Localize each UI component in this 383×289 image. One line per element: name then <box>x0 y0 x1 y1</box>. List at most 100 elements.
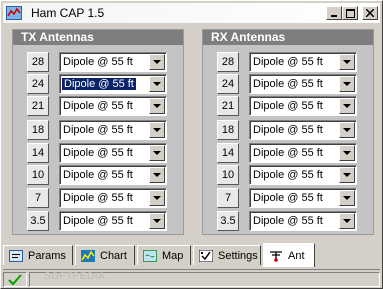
dropdown-arrow-button[interactable] <box>339 122 355 138</box>
dropdown-arrow-button[interactable] <box>149 98 165 114</box>
close-icon <box>366 9 374 17</box>
rx-band-button[interactable]: 10 <box>217 165 239 185</box>
tx-row: 14 Dipole @ 55 ft <box>13 143 183 165</box>
tx-antenna-value: Dipole @ 55 ft <box>63 215 133 227</box>
tx-band-button[interactable]: 10 <box>27 165 49 185</box>
tab-chart[interactable]: Chart <box>75 245 135 265</box>
tx-antenna-select[interactable]: Dipole @ 55 ft <box>59 52 167 72</box>
rx-antenna-select[interactable]: Dipole @ 55 ft <box>249 211 357 231</box>
tab-chart-label: Chart <box>100 249 127 262</box>
rx-antenna-value: Dipole @ 55 ft <box>253 192 323 204</box>
dropdown-arrow-button[interactable] <box>149 190 165 206</box>
rx-band-button[interactable]: 14 <box>217 143 239 163</box>
rx-row: 3.5 Dipole @ 55 ft <box>203 211 373 233</box>
tx-row: 28 Dipole @ 55 ft <box>13 52 183 74</box>
chevron-down-icon <box>153 173 161 177</box>
dropdown-arrow-button[interactable] <box>339 54 355 70</box>
tx-antenna-select[interactable]: Dipole @ 55 ft <box>59 165 167 185</box>
tab-params[interactable]: Params <box>3 245 73 265</box>
chevron-down-icon <box>153 196 161 200</box>
rx-band-button[interactable]: 21 <box>217 96 239 116</box>
rx-band-button[interactable]: 28 <box>217 52 239 72</box>
chevron-down-icon <box>153 82 161 86</box>
chevron-down-icon <box>153 104 161 108</box>
dropdown-arrow-button[interactable] <box>149 54 165 70</box>
tx-antenna-value: Dipole @ 55 ft <box>63 192 133 204</box>
rx-antenna-select[interactable]: Dipole @ 55 ft <box>249 143 357 163</box>
tx-antenna-value: Dipole @ 55 ft <box>63 169 133 181</box>
chevron-down-icon <box>343 173 351 177</box>
dropdown-arrow-button[interactable] <box>149 213 165 229</box>
dropdown-arrow-button[interactable] <box>149 122 165 138</box>
chevron-down-icon <box>343 151 351 155</box>
tx-panel-title: TX Antennas <box>13 30 183 45</box>
tx-antenna-value: Dipole @ 55 ft <box>63 56 133 68</box>
maximize-button[interactable] <box>342 6 358 20</box>
dropdown-arrow-button[interactable] <box>339 98 355 114</box>
dropdown-arrow-button[interactable] <box>149 167 165 183</box>
rx-antenna-select[interactable]: Dipole @ 55 ft <box>249 188 357 208</box>
rx-antenna-select[interactable]: Dipole @ 55 ft <box>249 96 357 116</box>
tx-band-button[interactable]: 28 <box>27 52 49 72</box>
tx-antenna-select[interactable]: Dipole @ 55 ft <box>59 188 167 208</box>
tab-map-label: Map <box>162 249 184 262</box>
tab-ant[interactable]: Ant <box>263 243 315 267</box>
tx-row: 24 Dipole @ 55 ft <box>13 74 183 96</box>
dropdown-arrow-button[interactable] <box>339 76 355 92</box>
chevron-down-icon <box>153 151 161 155</box>
rx-band-button[interactable]: 24 <box>217 74 239 94</box>
dropdown-arrow-button[interactable] <box>339 145 355 161</box>
tx-band-button[interactable]: 24 <box>27 74 49 94</box>
rx-antenna-value: Dipole @ 55 ft <box>253 215 323 227</box>
rx-row: 18 Dipole @ 55 ft <box>203 120 373 142</box>
rx-band-button[interactable]: 3.5 <box>217 211 239 231</box>
minimize-icon <box>331 15 337 17</box>
status-icon-cell <box>3 272 27 287</box>
rx-antenna-value: Dipole @ 55 ft <box>253 78 323 90</box>
tx-antenna-value: Dipole @ 55 ft <box>63 100 133 112</box>
rx-row: 10 Dipole @ 55 ft <box>203 165 373 187</box>
tx-antenna-select[interactable]: Dipole @ 55 ft <box>59 96 167 116</box>
tx-row: 7 Dipole @ 55 ft <box>13 188 183 210</box>
chevron-down-icon <box>343 219 351 223</box>
minimize-button[interactable] <box>326 6 342 20</box>
rx-antenna-value: Dipole @ 55 ft <box>253 169 323 181</box>
tx-band-button[interactable]: 18 <box>27 120 49 140</box>
tx-row: 18 Dipole @ 55 ft <box>13 120 183 142</box>
rx-band-button[interactable]: 18 <box>217 120 239 140</box>
app-icon <box>6 6 22 20</box>
title-bar[interactable]: Ham CAP 1.5 <box>3 3 380 23</box>
tx-band-button[interactable]: 14 <box>27 143 49 163</box>
tx-antenna-value: Dipole @ 55 ft <box>62 78 136 90</box>
close-button[interactable] <box>362 6 378 20</box>
rx-antenna-select[interactable]: Dipole @ 55 ft <box>249 165 357 185</box>
dropdown-arrow-button[interactable] <box>339 213 355 229</box>
tab-params-label: Params <box>28 249 66 262</box>
map-icon <box>143 249 157 262</box>
dropdown-arrow-button[interactable] <box>149 145 165 161</box>
rx-antenna-select[interactable]: Dipole @ 55 ft <box>249 120 357 140</box>
tab-bar: Params Chart Map Settings Ant <box>3 243 380 267</box>
dropdown-arrow-button[interactable] <box>339 167 355 183</box>
tx-band-button[interactable]: 7 <box>27 188 49 208</box>
rx-antenna-value: Dipole @ 55 ft <box>253 100 323 112</box>
tx-antenna-select[interactable]: Dipole @ 55 ft <box>59 74 167 94</box>
rx-band-button[interactable]: 7 <box>217 188 239 208</box>
chevron-down-icon <box>153 128 161 132</box>
rx-row: 7 Dipole @ 55 ft <box>203 188 373 210</box>
tab-settings-label: Settings <box>218 249 258 262</box>
tx-band-button[interactable]: 3.5 <box>27 211 49 231</box>
dropdown-arrow-button[interactable] <box>339 190 355 206</box>
tab-map[interactable]: Map <box>137 245 191 265</box>
tx-band-button[interactable]: 21 <box>27 96 49 116</box>
rx-antenna-select[interactable]: Dipole @ 55 ft <box>249 74 357 94</box>
tab-settings[interactable]: Settings <box>193 245 261 265</box>
chart-icon <box>81 249 95 262</box>
tx-antenna-select[interactable]: Dipole @ 55 ft <box>59 143 167 163</box>
tx-antenna-select[interactable]: Dipole @ 55 ft <box>59 120 167 140</box>
dropdown-arrow-button[interactable] <box>149 76 165 92</box>
tx-antenna-select[interactable]: Dipole @ 55 ft <box>59 211 167 231</box>
rx-antenna-select[interactable]: Dipole @ 55 ft <box>249 52 357 72</box>
window-title: Ham CAP 1.5 <box>31 6 105 20</box>
chevron-down-icon <box>343 128 351 132</box>
